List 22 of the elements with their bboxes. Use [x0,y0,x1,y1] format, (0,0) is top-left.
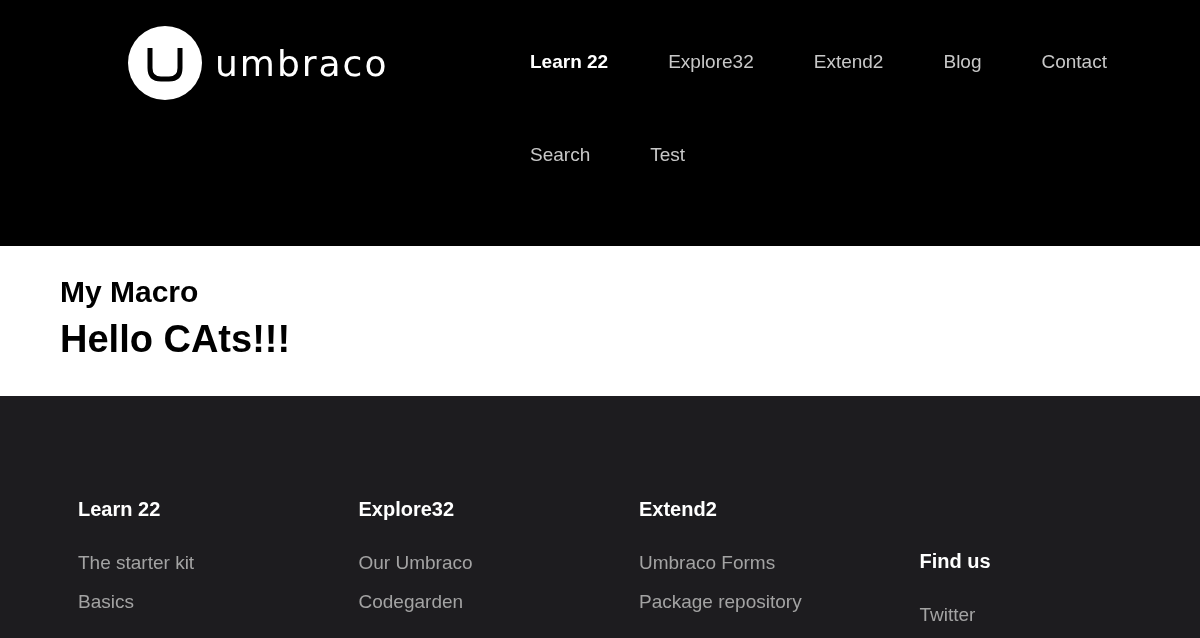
footer-heading: Extend2 [639,497,717,522]
footer-heading: Explore32 [358,497,455,522]
macro-subtitle: My Macro [60,274,200,310]
logo-icon [128,26,202,100]
nav-link[interactable]: Search [530,141,591,234]
nav-link[interactable]: Explore32 [668,48,754,141]
nav-link[interactable]: Blog [943,48,982,141]
nav-link[interactable]: Learn 22 [530,48,609,141]
footer-heading: Find us [919,549,991,574]
footer-link[interactable]: Basics [78,589,134,615]
footer-link[interactable]: Twitter [919,602,976,628]
footer-link[interactable]: Umbraco Forms [639,550,776,576]
footer-link[interactable]: Our Umbraco [358,550,473,576]
footer-link[interactable]: Package repository [639,589,802,615]
nav-link[interactable]: Extend2 [813,48,884,141]
footer-link[interactable]: Codegarden [358,589,464,615]
logo-text[interactable]: umbraco [215,42,389,84]
nav-link[interactable]: Test [650,141,686,234]
nav-link[interactable]: Contact [1041,48,1107,141]
page-title: Hello CAts!!! [60,317,292,362]
footer-heading: Learn 22 [78,497,161,522]
footer-link[interactable]: The starter kit [78,550,195,576]
